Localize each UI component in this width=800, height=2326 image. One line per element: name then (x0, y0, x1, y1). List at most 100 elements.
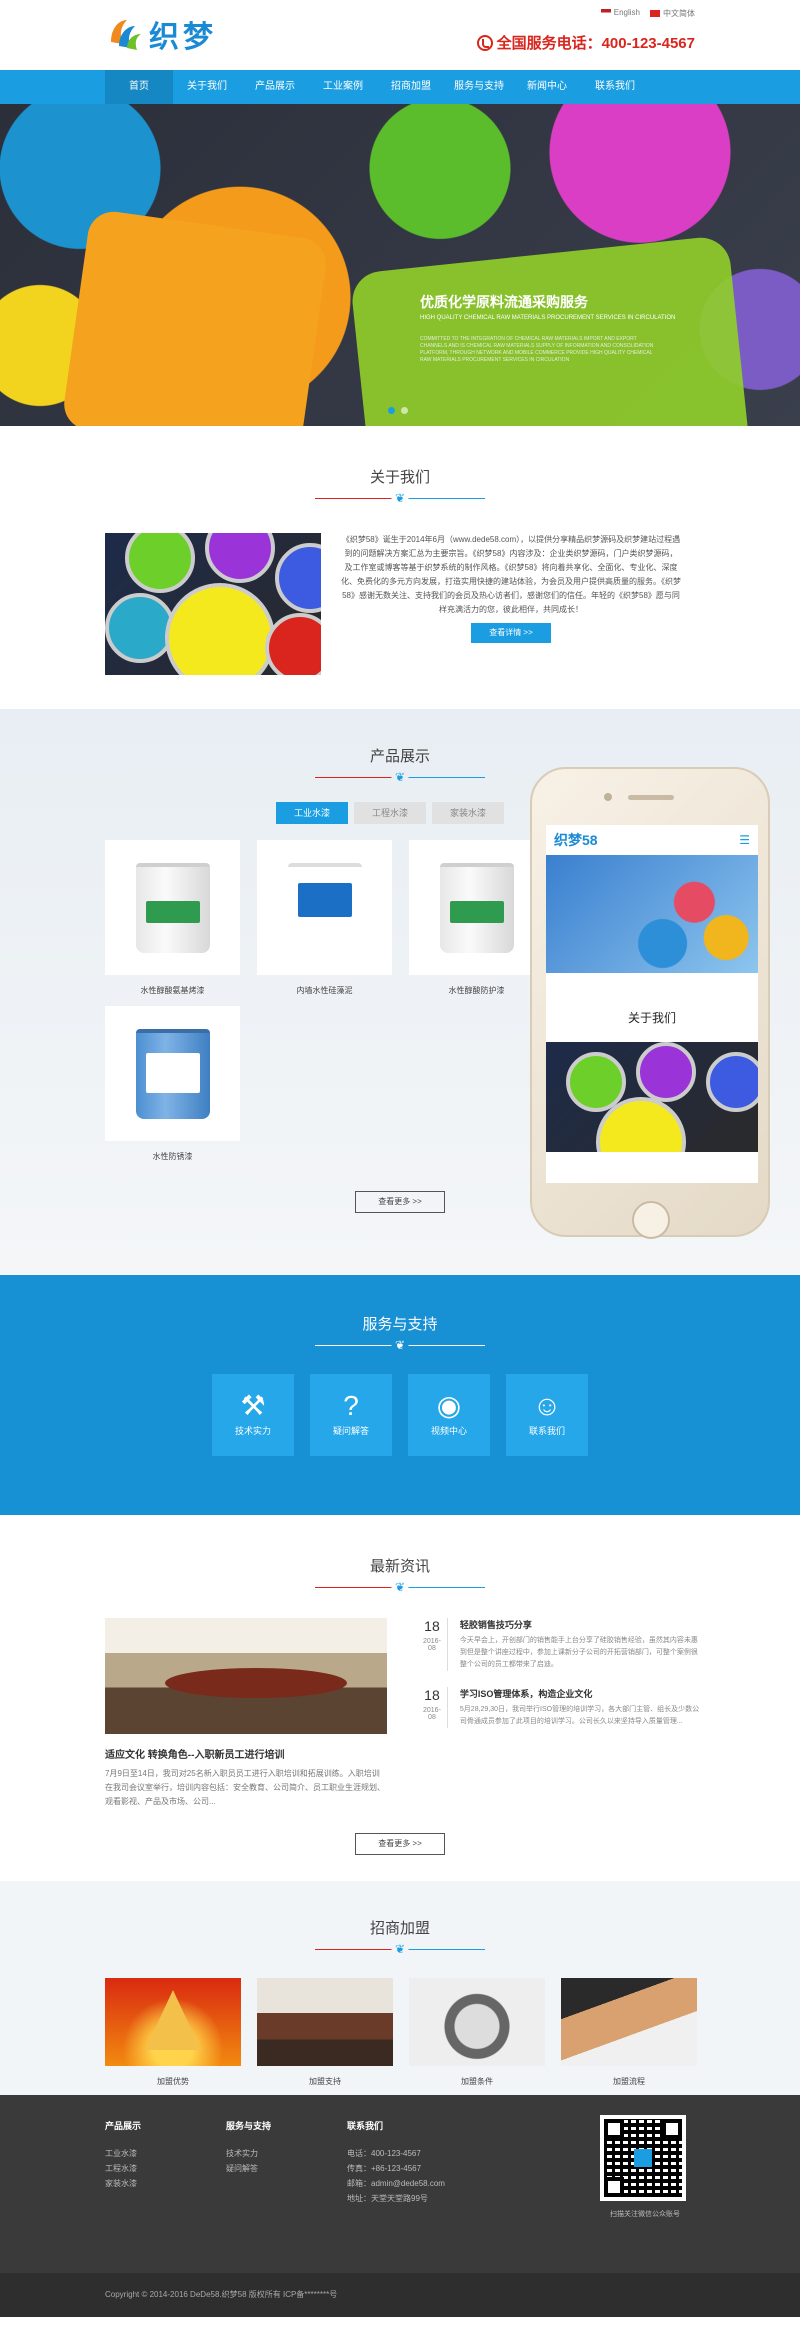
ornament-icon: ❦ (394, 491, 406, 505)
nav-service[interactable]: 服务与支持 (445, 70, 513, 104)
about-description: 《织梦58》诞生于2014年6月（www.dede58.com），以提供分享精品… (341, 535, 681, 614)
product-image (257, 840, 392, 975)
join-section: 招商加盟 ❦ 加盟优势 加盟支持 加盟条件 加盟流程 (0, 1881, 800, 2095)
about-section: 关于我们 ❦ 《织梦58》诞生于2014年6月（www.dede58.com），… (0, 426, 800, 709)
join-card[interactable]: 加盟优势 (105, 1978, 241, 2087)
nav-about[interactable]: 关于我们 (173, 70, 241, 104)
speaker-slot (628, 795, 674, 800)
logo-icon (105, 14, 145, 54)
join-image (409, 1978, 545, 2066)
nav-home[interactable]: 首页 (105, 70, 173, 104)
join-label: 加盟流程 (613, 2077, 645, 2086)
service-label: 技术实力 (234, 1426, 271, 1436)
header: 织梦 English 中文简体 全国服务电话：400-123-4567 (0, 0, 800, 70)
product-card[interactable]: 内墙水性硅藻泥 (257, 840, 392, 996)
join-card[interactable]: 加盟条件 (409, 1978, 545, 2087)
news-item-title[interactable]: 学习ISO管理体系，构造企业文化 (460, 1687, 703, 1700)
language-switch: English 中文简体 (600, 8, 695, 19)
phone-screen: 织梦58 ☰ 关于我们 (546, 825, 758, 1183)
footer-link[interactable]: 工程水漆 (105, 2161, 141, 2176)
join-image (105, 1978, 241, 2066)
service-faq[interactable]: ? 疑问解答 (310, 1374, 392, 1456)
product-card[interactable]: 水性醇酸防护漆 (409, 840, 544, 996)
footer-link[interactable]: 技术实力 (226, 2146, 271, 2161)
news-image (105, 1618, 387, 1734)
phone-mockup: 织梦58 ☰ 关于我们 (530, 767, 770, 1239)
contact-icon: ☺ (532, 1390, 562, 1421)
banner-dot[interactable] (401, 407, 408, 414)
news-section: 最新资讯 ❦ 适应文化 转换角色--入职新员工进行培训 7月9日至14日，我司对… (0, 1515, 800, 1881)
lang-english[interactable]: English (600, 8, 640, 19)
service-phone: 全国服务电话：400-123-4567 (476, 32, 695, 53)
title-divider: ❦ (315, 491, 485, 505)
footer-email[interactable]: 邮箱：admin@dede58.com (347, 2176, 445, 2191)
footer-link[interactable]: 家装水漆 (105, 2176, 141, 2191)
footer: 产品展示 工业水漆 工程水漆 家装水漆 服务与支持 技术实力 疑问解答 联系我们… (0, 2095, 800, 2273)
phone-about-title: 关于我们 (627, 1011, 676, 1025)
banner-paint-green (349, 234, 751, 426)
banner-subtitle: HIGH QUALITY CHEMICAL RAW MATERIALS PROC… (420, 315, 676, 321)
banner-paint-orange (60, 208, 330, 426)
service-contact[interactable]: ☺ 联系我们 (506, 1374, 588, 1456)
about-details-button[interactable]: 查看详情 >> (471, 623, 551, 643)
main-nav: 首页 关于我们 产品展示 工业案例 招商加盟 服务与支持 新闻中心 联系我们 (0, 70, 800, 104)
tab-industrial[interactable]: 工业水漆 (276, 802, 348, 824)
nav-news[interactable]: 新闻中心 (513, 70, 581, 104)
tab-home[interactable]: 家装水漆 (432, 802, 504, 824)
news-summary: 7月9日至14日，我司对25名新入职员员工进行入职培训和拓展训练。入职培训在我司… (105, 1769, 385, 1806)
news-item[interactable]: 18 2016-08 学习ISO管理体系，构造企业文化 5月28,29,30日，… (423, 1687, 703, 1728)
news-item-title[interactable]: 轻胶销售技巧分享 (460, 1618, 703, 1631)
menu-icon: ☰ (739, 833, 750, 847)
logo[interactable]: 织梦 (105, 12, 217, 56)
nav-products[interactable]: 产品展示 (241, 70, 309, 104)
join-card[interactable]: 加盟支持 (257, 1978, 393, 2087)
footer-heading: 联系我们 (347, 2121, 384, 2131)
title-divider: ❦ (315, 1338, 485, 1352)
ornament-icon: ❦ (394, 1338, 406, 1352)
product-card[interactable]: 水性醇酸氨基烤漆 (105, 840, 240, 996)
title-divider: ❦ (315, 1580, 485, 1594)
phone-logo: 织梦58 (554, 832, 598, 848)
banner-dot[interactable] (388, 407, 395, 414)
news-item-summary: 今天早会上，开创部门的销售能手上台分享了硅胶销售经验，虽然其内容未惠到但是整个讲… (459, 1637, 698, 1668)
product-image (409, 840, 544, 975)
tab-engineering[interactable]: 工程水漆 (354, 802, 426, 824)
products-more-button[interactable]: 查看更多 >> (355, 1191, 445, 1213)
lang-chinese[interactable]: 中文简体 (650, 8, 695, 19)
footer-heading: 服务与支持 (226, 2121, 272, 2131)
product-grid: 水性醇酸氨基烤漆 内墙水性硅藻泥 水性醇酸防护漆 水性防锈漆 (105, 840, 565, 1172)
service-label: 视频中心 (430, 1426, 467, 1436)
footer-link[interactable]: 工业水漆 (105, 2146, 141, 2161)
service-label: 疑问解答 (332, 1426, 369, 1436)
news-date: 18 2016-08 (423, 1687, 448, 1728)
news-item[interactable]: 18 2016-08 轻胶销售技巧分享 今天早会上，开创部门的销售能手上台分享了… (423, 1618, 703, 1671)
footer-address: 地址：天堂天堂路99号 (347, 2194, 428, 2203)
product-card[interactable]: 水性防锈漆 (105, 1006, 240, 1162)
footer-contact: 联系我们 电话：400-123-4567 传真：+86-123-4567 邮箱：… (347, 2119, 445, 2206)
footer-products: 产品展示 工业水漆 工程水漆 家装水漆 (105, 2119, 141, 2191)
service-section: 服务与支持 ❦ ⚒ 技术实力 ? 疑问解答 ◉ 视频中心 ☺ 联系我们 (0, 1275, 800, 1515)
title-divider: ❦ (315, 770, 485, 784)
nav-cases[interactable]: 工业案例 (309, 70, 377, 104)
logo-text: 织梦 (149, 20, 217, 55)
products-section: 产品展示 ❦ 工业水漆 工程水漆 家装水漆 水性醇酸氨基烤漆 内墙水性硅藻泥 水… (0, 709, 800, 1275)
about-image (105, 533, 321, 675)
footer-fax: 传真：+86-123-4567 (347, 2164, 422, 2173)
news-more-button[interactable]: 查看更多 >> (355, 1833, 445, 1855)
service-video[interactable]: ◉ 视频中心 (408, 1374, 490, 1456)
join-image (561, 1978, 697, 2066)
ornament-icon: ❦ (394, 1580, 406, 1594)
footer-link[interactable]: 疑问解答 (226, 2161, 271, 2176)
title-divider: ❦ (315, 1942, 485, 1956)
product-name: 水性防锈漆 (152, 1152, 193, 1161)
section-title: 关于我们 (369, 469, 430, 486)
news-date: 18 2016-08 (423, 1618, 448, 1671)
nav-join[interactable]: 招商加盟 (377, 70, 445, 104)
news-title[interactable]: 适应文化 转换角色--入职新员工进行培训 (105, 1746, 387, 1761)
nav-contact[interactable]: 联系我们 (581, 70, 649, 104)
service-tech[interactable]: ⚒ 技术实力 (212, 1374, 294, 1456)
featured-news[interactable]: 适应文化 转换角色--入职新员工进行培训 7月9日至14日，我司对25名新入职员… (105, 1618, 387, 1809)
product-image (105, 840, 240, 975)
join-card[interactable]: 加盟流程 (561, 1978, 697, 2087)
footer-heading: 产品展示 (105, 2121, 142, 2131)
